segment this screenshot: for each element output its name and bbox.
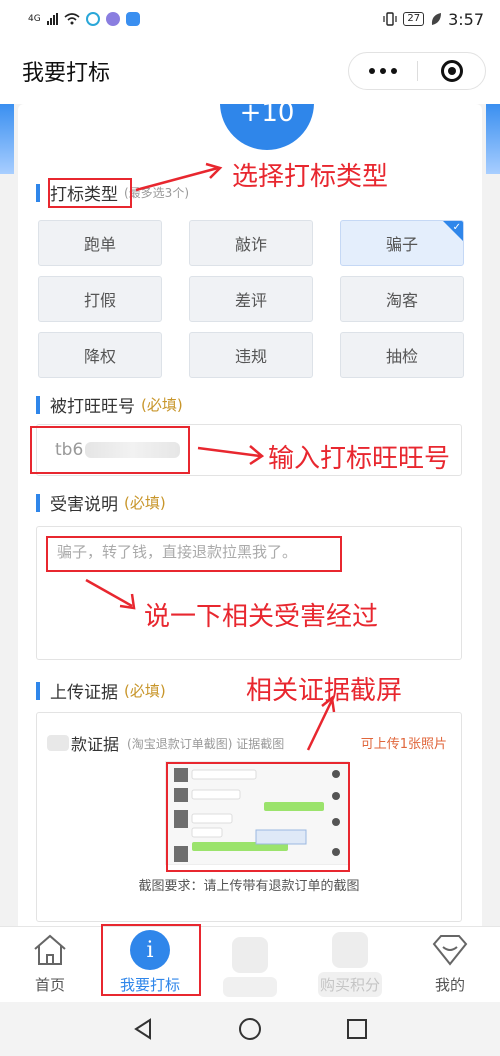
target-icon [440, 60, 463, 82]
section-title: 受害说明 [50, 495, 118, 515]
section-marker [36, 395, 40, 414]
home-circle-icon[interactable] [238, 1017, 262, 1041]
redacted-text [47, 735, 69, 751]
more-button[interactable] [349, 68, 417, 74]
tag-option[interactable]: 跑单 [38, 220, 162, 266]
nav-label: 购买积分 [317, 972, 383, 997]
nav-item-redacted[interactable] [200, 927, 300, 1003]
nav-label: 首页 [34, 976, 65, 994]
tag-option[interactable]: 抽检 [340, 332, 464, 378]
nav-label-redacted [223, 977, 277, 997]
tag-option-label: 淘客 [385, 291, 418, 310]
tag-option[interactable]: 差评 [189, 276, 313, 322]
redacted-icon [230, 935, 270, 975]
app-notification-icon [85, 12, 100, 26]
title-bar: 我要打标 [0, 38, 500, 104]
system-nav-bar [0, 1002, 500, 1056]
required-hint: (必填) [124, 494, 166, 512]
annotation-describe: 说一下相关受害经过 [144, 602, 379, 632]
tag-option-label: 降权 [83, 347, 116, 366]
signal-icon [46, 13, 58, 25]
miniprogram-capsule [348, 52, 486, 90]
section-marker [36, 681, 40, 700]
tag-option-label: 抽检 [385, 347, 418, 366]
tag-option[interactable]: 淘客 [340, 276, 464, 322]
annotation-box-wangwang [30, 426, 190, 474]
app-notification-icon-2 [105, 12, 120, 26]
battery-icon: 27 [403, 12, 425, 26]
network-label: 4G [28, 13, 41, 24]
evidence-caption: 截图要求：请上传带有退款订单的截图 [138, 879, 360, 894]
section-marker [36, 183, 40, 202]
section-title: 被打旺旺号 [50, 397, 135, 417]
section-evidence: 上传证据 (必填) [36, 678, 166, 703]
evidence-item-label: 款证据 [71, 735, 120, 754]
section-wangwang: 被打旺旺号 (必填) [36, 392, 183, 417]
annotation-arrow [197, 445, 265, 466]
tag-option[interactable]: 敲诈 [189, 220, 313, 266]
tag-option-label: 敲诈 [234, 235, 267, 254]
app-notification-icon-3 [125, 12, 140, 26]
nav-item-mine[interactable]: 我的 [400, 927, 500, 1003]
tag-option-label: 违规 [234, 347, 267, 366]
score-badge: +10 [220, 104, 314, 150]
tag-option[interactable]: 降权 [38, 332, 162, 378]
home-icon [30, 930, 70, 970]
annotation-box-evidence [166, 762, 350, 872]
status-right: 27 3:57 [383, 10, 484, 29]
upload-limit: 可上传1张照片 [360, 737, 447, 752]
annotation-box-tag-type [48, 178, 132, 208]
bottom-nav: 首页 i 我要打标 购买积分 我的 [0, 926, 500, 1002]
section-title: 上传证据 [50, 683, 118, 703]
tag-option-label: 打假 [83, 291, 116, 310]
clock: 3:57 [448, 9, 484, 29]
cart-icon [330, 930, 370, 970]
page-title: 我要打标 [22, 61, 111, 86]
required-hint: (必填) [141, 396, 183, 414]
nav-label: 我的 [434, 976, 465, 994]
nav-item-home[interactable]: 首页 [0, 927, 100, 1003]
tag-option-label: 骗子 [385, 235, 418, 254]
annotation-box-damage [46, 536, 342, 572]
diamond-icon [430, 930, 470, 970]
annotation-enter-id: 输入打标旺旺号 [268, 444, 451, 474]
evidence-item-sub: (淘宝退款订单截图) 证据截图 [127, 736, 285, 751]
nav-item-buy[interactable]: 购买积分 [300, 927, 400, 1003]
section-marker [36, 493, 40, 512]
required-hint: (必填) [124, 682, 166, 700]
annotation-box-nav [101, 924, 201, 996]
main-content[interactable]: +10 打标类型 (最多选3个) 跑单 敲诈 骗子 ✓ 打假 差评 淘客 降权 违… [0, 104, 500, 926]
status-bar: 4G 27 3:57 [0, 0, 500, 38]
close-button[interactable] [418, 60, 485, 82]
vibrate-icon [383, 12, 397, 26]
tag-option[interactable]: 违规 [189, 332, 313, 378]
tag-option-selected[interactable]: 骗子 ✓ [340, 220, 464, 266]
annotation-arrow [135, 162, 223, 192]
wifi-icon [64, 13, 80, 25]
annotation-select-type: 选择打标类型 [232, 162, 389, 192]
evidence-item-title: 款证据 (淘宝退款订单截图) 证据截图 [47, 731, 284, 755]
blue-banner-edge [0, 104, 14, 174]
recents-icon[interactable] [346, 1018, 368, 1040]
blue-banner-edge-right [486, 104, 500, 174]
annotation-arrow [85, 578, 136, 610]
tag-option-label: 差评 [234, 291, 267, 310]
status-left: 4G [28, 12, 140, 26]
annotation-screenshot: 相关证据截屏 [246, 676, 403, 706]
leaf-icon [431, 13, 442, 25]
tag-option[interactable]: 打假 [38, 276, 162, 322]
tag-option-label: 跑单 [83, 235, 116, 254]
section-damage: 受害说明 (必填) [36, 490, 166, 515]
back-icon[interactable] [132, 1017, 154, 1041]
check-icon: ✓ [443, 221, 463, 241]
